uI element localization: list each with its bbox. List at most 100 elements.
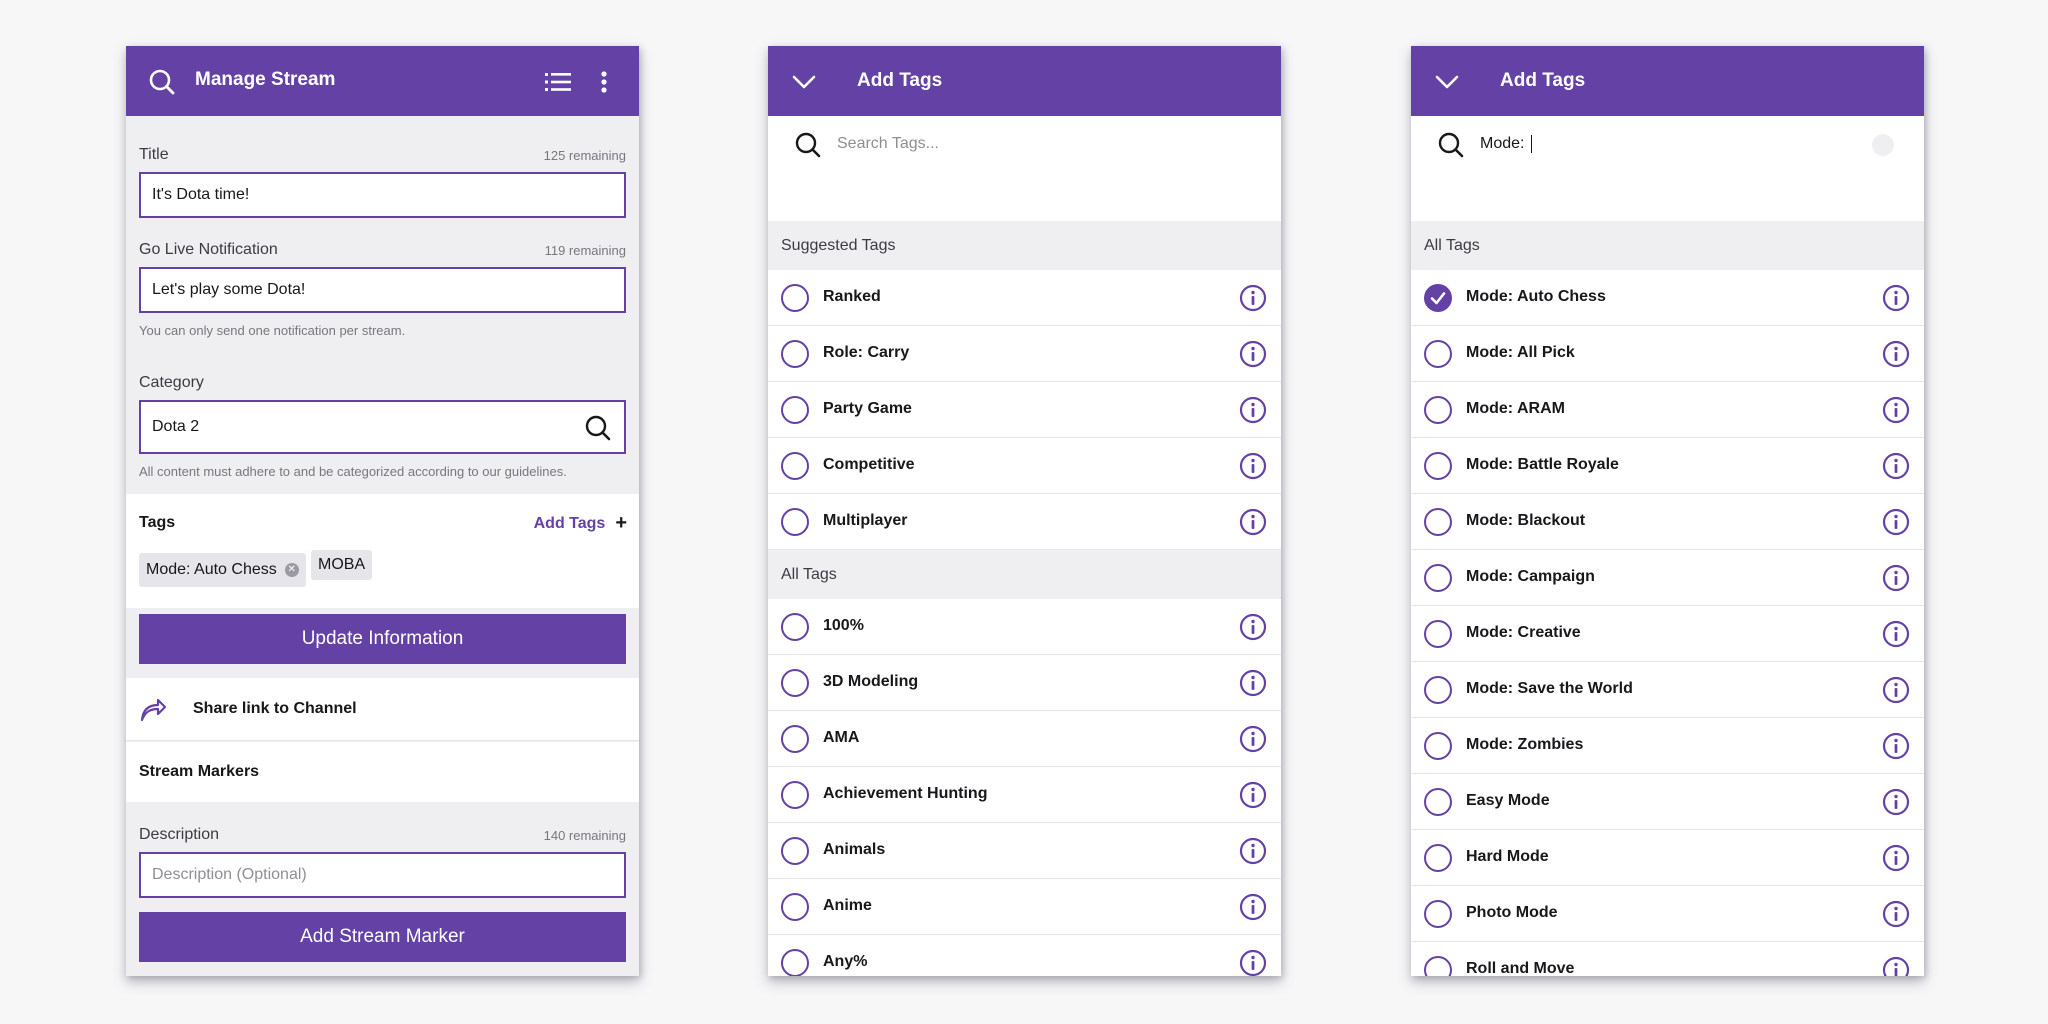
add-tags-button[interactable]: Add Tags + <box>534 512 627 535</box>
radio-icon[interactable] <box>781 781 809 809</box>
radio-icon[interactable] <box>1424 788 1452 816</box>
radio-icon[interactable] <box>1424 844 1452 872</box>
tag-list-item[interactable]: 100% <box>768 599 1281 655</box>
info-icon[interactable] <box>1882 508 1910 536</box>
remove-tag-icon[interactable]: ✕ <box>284 563 299 577</box>
info-icon[interactable] <box>1239 725 1267 753</box>
tag-list-item[interactable]: Role: Carry <box>768 326 1281 382</box>
radio-icon[interactable] <box>781 949 809 976</box>
tag-list-item[interactable]: Easy Mode <box>1411 774 1924 830</box>
tag-list-item[interactable]: Mode: All Pick <box>1411 326 1924 382</box>
radio-icon[interactable] <box>781 452 809 480</box>
category-input[interactable]: Dota 2 <box>139 400 626 454</box>
info-icon[interactable] <box>1882 620 1910 648</box>
radio-icon[interactable] <box>781 669 809 697</box>
tag-list-item[interactable]: Mode: Save the World <box>1411 662 1924 718</box>
radio-icon[interactable] <box>1424 452 1452 480</box>
page-title: Add Tags <box>857 70 943 91</box>
tag-name: Role: Carry <box>823 344 910 361</box>
list-icon[interactable] <box>544 68 572 96</box>
info-icon[interactable] <box>1882 564 1910 592</box>
info-icon[interactable] <box>1239 781 1267 809</box>
radio-icon[interactable] <box>781 725 809 753</box>
tag-list-item[interactable]: Multiplayer <box>768 494 1281 550</box>
info-icon[interactable] <box>1239 893 1267 921</box>
description-label: Description <box>139 826 220 843</box>
search-icon[interactable] <box>148 68 176 96</box>
info-icon[interactable] <box>1882 788 1910 816</box>
add-stream-marker-button[interactable]: Add Stream Marker <box>139 912 626 962</box>
tag-search-input[interactable]: Search Tags... <box>837 135 939 153</box>
description-input[interactable]: Description (Optional) <box>139 852 626 898</box>
radio-icon[interactable] <box>1424 564 1452 592</box>
info-icon[interactable] <box>1882 396 1910 424</box>
tag-search-bar[interactable]: Mode: <box>1411 116 1924 174</box>
tag-list-item[interactable]: Competitive <box>768 438 1281 494</box>
radio-icon[interactable] <box>781 284 809 312</box>
info-icon[interactable] <box>1239 340 1267 368</box>
radio-icon[interactable] <box>781 396 809 424</box>
radio-icon[interactable] <box>781 893 809 921</box>
info-icon[interactable] <box>1882 900 1910 928</box>
tag-list-item[interactable]: Ranked <box>768 270 1281 326</box>
tag-chip[interactable]: MOBA <box>311 550 373 580</box>
category-search-icon[interactable] <box>584 414 612 447</box>
tag-list-item[interactable]: Party Game <box>768 382 1281 438</box>
info-icon[interactable] <box>1882 676 1910 704</box>
info-icon[interactable] <box>1239 669 1267 697</box>
tag-list-item[interactable]: Achievement Hunting <box>768 767 1281 823</box>
tag-chip[interactable]: Mode: Auto Chess ✕ <box>139 553 306 587</box>
tag-list-item[interactable]: Photo Mode <box>1411 886 1924 942</box>
chevron-down-icon[interactable] <box>1433 68 1461 96</box>
radio-icon[interactable] <box>1424 676 1452 704</box>
info-icon[interactable] <box>1239 284 1267 312</box>
radio-icon[interactable] <box>1424 732 1452 760</box>
info-icon[interactable] <box>1239 396 1267 424</box>
radio-icon[interactable] <box>1424 900 1452 928</box>
radio-icon[interactable] <box>781 508 809 536</box>
tag-list-item[interactable]: Mode: Campaign <box>1411 550 1924 606</box>
tag-list-item[interactable]: AMA <box>768 711 1281 767</box>
title-input[interactable]: It's Dota time! <box>139 172 626 218</box>
tag-list-item[interactable]: Mode: Auto Chess <box>1411 270 1924 326</box>
info-icon[interactable] <box>1239 949 1267 976</box>
info-icon[interactable] <box>1882 340 1910 368</box>
clear-search-icon[interactable] <box>1872 134 1894 156</box>
tag-list-item[interactable]: Mode: Creative <box>1411 606 1924 662</box>
info-icon[interactable] <box>1882 956 1910 976</box>
notification-input[interactable]: Let's play some Dota! <box>139 267 626 313</box>
tag-list-item[interactable]: Mode: ARAM <box>1411 382 1924 438</box>
tag-search-input[interactable]: Mode: <box>1480 135 1532 153</box>
info-icon[interactable] <box>1239 837 1267 865</box>
radio-icon[interactable] <box>781 613 809 641</box>
tag-list-item[interactable]: Roll and Move <box>1411 942 1924 976</box>
checked-radio-icon[interactable] <box>1424 284 1452 312</box>
radio-icon[interactable] <box>1424 340 1452 368</box>
info-icon[interactable] <box>1882 732 1910 760</box>
radio-icon[interactable] <box>781 340 809 368</box>
tag-list-item[interactable]: Mode: Zombies <box>1411 718 1924 774</box>
chevron-down-icon[interactable] <box>790 68 818 96</box>
info-icon[interactable] <box>1239 452 1267 480</box>
tag-list-item[interactable]: Hard Mode <box>1411 830 1924 886</box>
update-information-button[interactable]: Update Information <box>139 614 626 664</box>
info-icon[interactable] <box>1239 613 1267 641</box>
radio-icon[interactable] <box>1424 396 1452 424</box>
radio-icon[interactable] <box>1424 956 1452 976</box>
tag-list-item[interactable]: Mode: Blackout <box>1411 494 1924 550</box>
info-icon[interactable] <box>1239 508 1267 536</box>
info-icon[interactable] <box>1882 284 1910 312</box>
tag-list-item[interactable]: Any% <box>768 935 1281 976</box>
radio-icon[interactable] <box>781 837 809 865</box>
more-vertical-icon[interactable] <box>598 68 610 96</box>
info-icon[interactable] <box>1882 452 1910 480</box>
tag-list-item[interactable]: Animals <box>768 823 1281 879</box>
radio-icon[interactable] <box>1424 620 1452 648</box>
radio-icon[interactable] <box>1424 508 1452 536</box>
tag-list-item[interactable]: Mode: Battle Royale <box>1411 438 1924 494</box>
tag-list-item[interactable]: Anime <box>768 879 1281 935</box>
tag-search-bar[interactable]: Search Tags... <box>768 116 1281 174</box>
info-icon[interactable] <box>1882 844 1910 872</box>
share-link-row[interactable]: Share link to Channel <box>126 678 639 741</box>
tag-list-item[interactable]: 3D Modeling <box>768 655 1281 711</box>
